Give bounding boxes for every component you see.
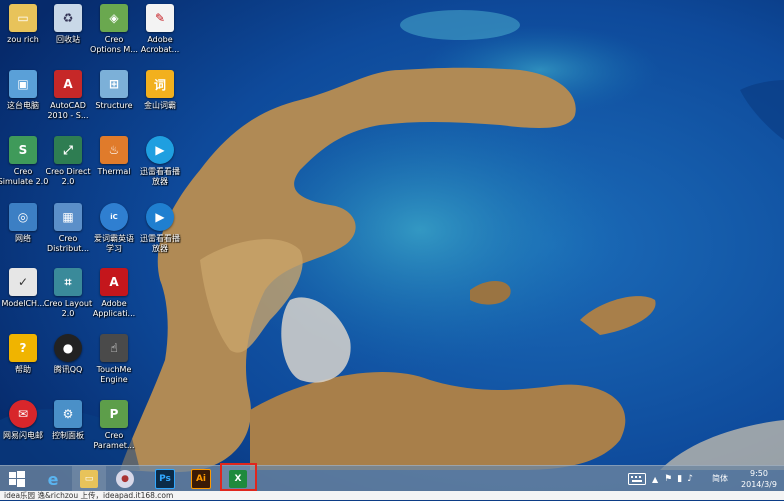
folder-icon: ▭ — [9, 4, 37, 32]
desktop-icon-xunlei-player-2[interactable]: ▶ 迅雷看看播 放器 — [134, 203, 186, 265]
file-explorer-icon: ▭ — [80, 470, 98, 488]
iciba-icon: iC — [100, 203, 128, 231]
photoshop-icon: Ps — [155, 469, 175, 489]
desktop-icon-label: TouchMe Engine — [96, 365, 132, 384]
creo-simulate-icon: S — [9, 136, 37, 164]
taskbar-file-explorer[interactable]: ▭ — [72, 466, 106, 492]
desktop-icon-label: Adobe Applicati... — [92, 299, 136, 318]
desktop-icon-creo-parametric[interactable]: P Creo Paramet... — [88, 400, 140, 462]
computer-icon: ▣ — [9, 70, 37, 98]
watermark-strip: idea乐园 逸&richzou 上传，ideapad.it168.com — [0, 491, 784, 500]
flag-icon[interactable]: ⚑ — [664, 474, 672, 484]
creo-options-icon: ◈ — [100, 4, 128, 32]
adobe-acrobat-icon: ✎ — [146, 4, 174, 32]
adobe-application-icon: A — [100, 268, 128, 296]
control-panel-icon: ⚙ — [54, 400, 82, 428]
kingsoft-dict-icon: 词 — [146, 70, 174, 98]
ime-indicator[interactable]: 简体 — [712, 473, 728, 484]
thermal-icon: ♨ — [100, 136, 128, 164]
desktop-icon-adobe-application[interactable]: A Adobe Applicati... — [88, 268, 140, 330]
taskbar-illustrator[interactable]: Ai — [184, 466, 218, 492]
start-button[interactable] — [0, 466, 34, 492]
taskbar-excel[interactable]: X — [221, 466, 255, 492]
start-windows-icon — [9, 471, 25, 487]
netease-mail-icon: ✉ — [9, 400, 37, 428]
recycle-bin-icon: ♻ — [54, 4, 82, 32]
excel-icon: X — [229, 470, 247, 488]
desktop-icon-label: 金山词霸 — [144, 101, 176, 110]
clock-time: 9:50 — [750, 469, 768, 478]
desktop-icon-label: 迅雷看看播 放器 — [140, 167, 180, 186]
creo-layout-icon: ⌗ — [54, 268, 82, 296]
network-status-icon[interactable]: ▮ — [677, 474, 682, 484]
desktop-icon-label: Creo Paramet... — [93, 431, 135, 450]
help-icon: ? — [9, 334, 37, 362]
autocad-icon: A — [54, 70, 82, 98]
desktop-icon-touchme[interactable]: ☝ TouchMe Engine — [88, 334, 140, 396]
qq-icon: ● — [54, 334, 82, 362]
creo-distributed-icon: ▦ — [54, 203, 82, 231]
internet-explorer-icon: e — [47, 469, 59, 489]
taskbar-internet-explorer[interactable]: e — [36, 466, 70, 492]
watermark-text: idea乐园 逸&richzou 上传，ideapad.it168.com — [4, 491, 174, 500]
xunlei-player-icon: ▶ — [146, 203, 174, 231]
taskbar-app-globe[interactable]: ● — [108, 466, 142, 492]
desktop-icon-xunlei-player[interactable]: ▶ 迅雷看看播 放器 — [134, 136, 186, 198]
touchme-icon: ☝ — [100, 334, 128, 362]
desktop-icon-kingsoft-dict[interactable]: 词 金山词霸 — [134, 70, 186, 132]
clock[interactable]: 9:50 2014/3/9 — [736, 468, 782, 490]
modelcheck-icon: ✓ — [9, 268, 37, 296]
xunlei-player-icon: ▶ — [146, 136, 174, 164]
show-hidden-icons-icon[interactable]: ▲ — [652, 475, 658, 484]
touch-keyboard-icon[interactable] — [628, 473, 646, 485]
network-icon: ◎ — [9, 203, 37, 231]
illustrator-icon: Ai — [191, 469, 211, 489]
desktop-icon-label: 迅雷看看播 放器 — [140, 234, 180, 253]
creo-parametric-icon: P — [100, 400, 128, 428]
desktop-icon-adobe-acrobat[interactable]: ✎ Adobe Acrobat... — [134, 4, 186, 66]
system-tray: ▲ ⚑ ▮ ♪ — [628, 466, 693, 492]
clock-date: 2014/3/9 — [741, 480, 777, 489]
creo-direct-icon: ⤢ — [54, 136, 82, 164]
taskbar-photoshop[interactable]: Ps — [148, 466, 182, 492]
structure-icon: ⊞ — [100, 70, 128, 98]
taskbar: e ▭ ● Ps Ai X ▲ ⚑ ▮ ♪ 简体 9:50 2014/3/9 — [0, 465, 784, 492]
desktop-icon-label: Adobe Acrobat... — [140, 35, 180, 54]
app-globe-icon: ● — [116, 470, 134, 488]
volume-icon[interactable]: ♪ — [687, 474, 693, 484]
